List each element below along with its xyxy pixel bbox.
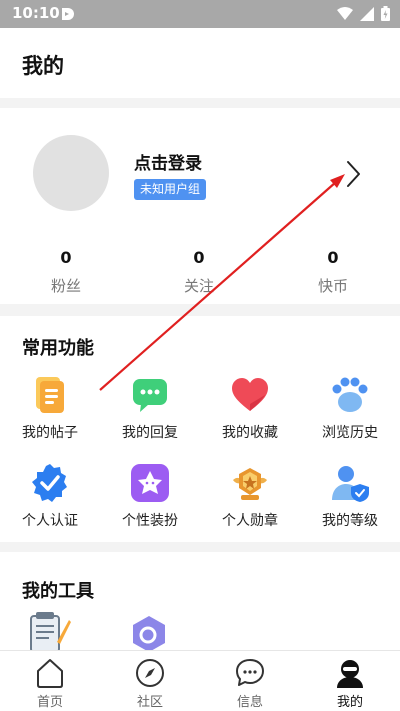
paw-icon [332,377,368,412]
func-my-posts[interactable]: 我的帖子 [0,374,100,442]
func-label: 我的等级 [322,513,378,529]
tab-mine[interactable]: 我的 [300,657,400,710]
chevron-right-icon[interactable] [345,160,361,188]
func-medals[interactable]: 个人勋章 [200,462,300,530]
medal-icon [233,468,267,500]
func-browse-history[interactable]: 浏览历史 [300,374,400,442]
tab-label: 社区 [136,695,163,710]
document-icon [36,377,64,413]
stat-following-label: 关注 [183,277,214,295]
tab-messages[interactable]: 信息 [200,657,300,710]
notepad-pencil-icon[interactable] [27,612,71,652]
status-time: 10:10 [12,4,60,22]
battery-icon [381,6,390,21]
tab-home[interactable]: 首页 [0,657,100,710]
stat-following-value: 0 [193,248,205,267]
stat-fans[interactable]: 0 粉丝 [26,248,106,296]
func-label: 浏览历史 [322,425,378,441]
func-label: 个性装扮 [122,513,178,529]
user-shield-icon [332,466,369,502]
wifi-icon [337,6,353,20]
verified-badge-icon [32,464,67,502]
star-face-icon [131,464,169,502]
compass-icon [136,659,164,687]
heart-icon [232,378,268,411]
func-dress-up[interactable]: 个性装扮 [100,462,200,530]
tab-community[interactable]: 社区 [100,657,200,710]
func-label: 个人认证 [22,513,78,529]
tab-label: 首页 [36,695,63,710]
page-title: 我的 [22,54,64,78]
func-label: 我的帖子 [22,425,78,441]
stat-coins[interactable]: 0 快币 [293,248,373,296]
stat-coins-label: 快币 [317,277,348,295]
stat-fans-label: 粉丝 [50,277,81,295]
tab-label: 信息 [236,695,263,710]
my-tools-section: 我的工具 [0,552,400,652]
user-group-badge: 未知用户组 [134,179,207,200]
section-title-tools: 我的工具 [22,581,94,602]
func-label: 我的收藏 [222,425,278,441]
status-bar: 10:10 [0,0,400,28]
tab-label: 我的 [336,695,363,710]
func-my-favorites[interactable]: 我的收藏 [200,374,300,442]
func-verification[interactable]: 个人认证 [0,462,100,530]
stat-fans-value: 0 [60,248,72,267]
stat-coins-value: 0 [327,248,339,267]
header: 我的 [0,28,400,98]
chat-bubble-icon [133,379,167,412]
home-icon [37,659,63,688]
func-my-replies[interactable]: 我的回复 [100,374,200,442]
func-label: 个人勋章 [222,513,278,529]
login-link[interactable]: 点击登录 [134,149,202,174]
profile-card[interactable]: 点击登录 未知用户组 0 粉丝 0 关注 0 快币 [0,108,400,304]
profile-icon [337,660,363,688]
stat-following[interactable]: 0 关注 [159,248,239,296]
bottom-tab-bar: 首页 社区 信息 我的 [0,650,400,711]
avatar[interactable] [33,135,109,211]
func-my-level[interactable]: 我的等级 [300,462,400,530]
app-notification-icon [62,8,74,20]
hexagon-tool-icon[interactable] [128,614,170,652]
section-title-functions: 常用功能 [22,338,94,359]
common-functions-section: 常用功能 我的帖子 我的回复 我的收藏 浏览历史 个人认证 个性装扮 个人勋章 … [0,316,400,542]
func-label: 我的回复 [122,425,178,441]
message-icon [236,659,264,686]
signal-icon [360,6,374,21]
